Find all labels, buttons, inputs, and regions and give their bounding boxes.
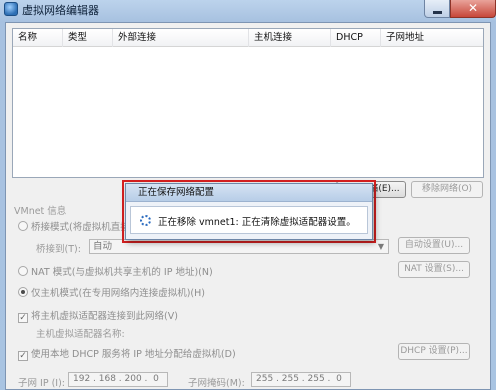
subnet-ip-input[interactable]: 192 . 168 . 200 . 0 bbox=[68, 372, 168, 387]
bridged-to-label: 桥接到(T): bbox=[36, 244, 81, 255]
bridged-radio[interactable] bbox=[18, 221, 28, 231]
column-header-name[interactable]: 名称 bbox=[13, 29, 63, 47]
column-header-subnet[interactable]: 子网地址 bbox=[381, 29, 485, 47]
subnet-ip-label: 子网 IP (I): bbox=[18, 378, 65, 389]
progress-dialog-body: 正在移除 vmnet1: 正在清除虚拟适配器设置。 bbox=[130, 206, 368, 234]
progress-dialog-title: 正在保存网络配置 bbox=[126, 184, 372, 202]
column-header-host[interactable]: 主机连接 bbox=[249, 29, 331, 47]
subnet-mask-input[interactable]: 255 . 255 . 255 . 0 bbox=[251, 372, 351, 387]
nat-label: NAT 模式(与虚拟机共享主机的 IP 地址)(N) bbox=[31, 267, 213, 278]
host-only-option[interactable]: 仅主机模式(在专用网络内连接虚拟机)(H) bbox=[18, 285, 205, 299]
column-header-type[interactable]: 类型 bbox=[63, 29, 113, 47]
chevron-down-icon: ▼ bbox=[377, 242, 384, 251]
use-dhcp-label: 使用本地 DHCP 服务将 IP 地址分配给虚拟机(D) bbox=[31, 349, 236, 360]
vmnet-info-heading: VMnet 信息 bbox=[14, 206, 67, 217]
bridged-to-value: 自动 bbox=[93, 241, 113, 252]
auto-settings-button[interactable]: 自动设置(U)... bbox=[398, 237, 470, 254]
use-dhcp-option[interactable]: ✓ 使用本地 DHCP 服务将 IP 地址分配给虚拟机(D) bbox=[18, 346, 236, 361]
host-only-radio[interactable] bbox=[18, 287, 28, 297]
window-title: 虚拟网络编辑器 bbox=[22, 4, 99, 17]
network-editor-icon bbox=[4, 2, 18, 16]
host-only-label: 仅主机模式(在专用网络内连接虚拟机)(H) bbox=[31, 288, 205, 299]
minimize-button[interactable] bbox=[424, 0, 450, 18]
nat-mode-option[interactable]: NAT 模式(与虚拟机共享主机的 IP 地址)(N) bbox=[18, 264, 213, 278]
column-header-external[interactable]: 外部连接 bbox=[113, 29, 249, 47]
connect-adapter-checkbox[interactable]: ✓ bbox=[18, 313, 28, 323]
use-dhcp-checkbox[interactable]: ✓ bbox=[18, 351, 28, 361]
bridged-label: 桥接模式(将虚拟机直接 bbox=[31, 222, 130, 233]
nat-settings-button[interactable]: NAT 设置(S)... bbox=[398, 261, 470, 278]
busy-spinner-icon bbox=[140, 215, 151, 226]
saving-progress-dialog: 正在保存网络配置 正在移除 vmnet1: 正在清除虚拟适配器设置。 bbox=[125, 183, 373, 240]
nat-radio[interactable] bbox=[18, 266, 28, 276]
adapter-name-label: 主机虚拟适配器名称: bbox=[36, 329, 125, 340]
subnet-mask-label: 子网掩码(M): bbox=[188, 378, 245, 389]
dhcp-settings-button[interactable]: DHCP 设置(P)... bbox=[398, 343, 470, 360]
remove-network-button[interactable]: 移除网络(O) bbox=[411, 181, 483, 198]
title-bar: 虚拟网络编辑器 ✕ bbox=[0, 0, 496, 22]
connect-adapter-label: 将主机虚拟适配器连接到此网络(V) bbox=[31, 311, 178, 322]
progress-message: 正在移除 vmnet1: 正在清除虚拟适配器设置。 bbox=[158, 217, 356, 228]
network-list[interactable]: 名称 类型 外部连接 主机连接 DHCP 子网地址 bbox=[12, 28, 484, 178]
close-icon: ✕ bbox=[467, 1, 479, 15]
column-header-dhcp[interactable]: DHCP bbox=[331, 29, 381, 47]
bridged-mode-option[interactable]: 桥接模式(将虚拟机直接 bbox=[18, 219, 130, 233]
close-button[interactable]: ✕ bbox=[450, 0, 496, 18]
network-list-header: 名称 类型 外部连接 主机连接 DHCP 子网地址 bbox=[13, 29, 483, 47]
connect-adapter-option[interactable]: ✓ 将主机虚拟适配器连接到此网络(V) bbox=[18, 308, 178, 323]
minimize-icon bbox=[433, 11, 442, 14]
